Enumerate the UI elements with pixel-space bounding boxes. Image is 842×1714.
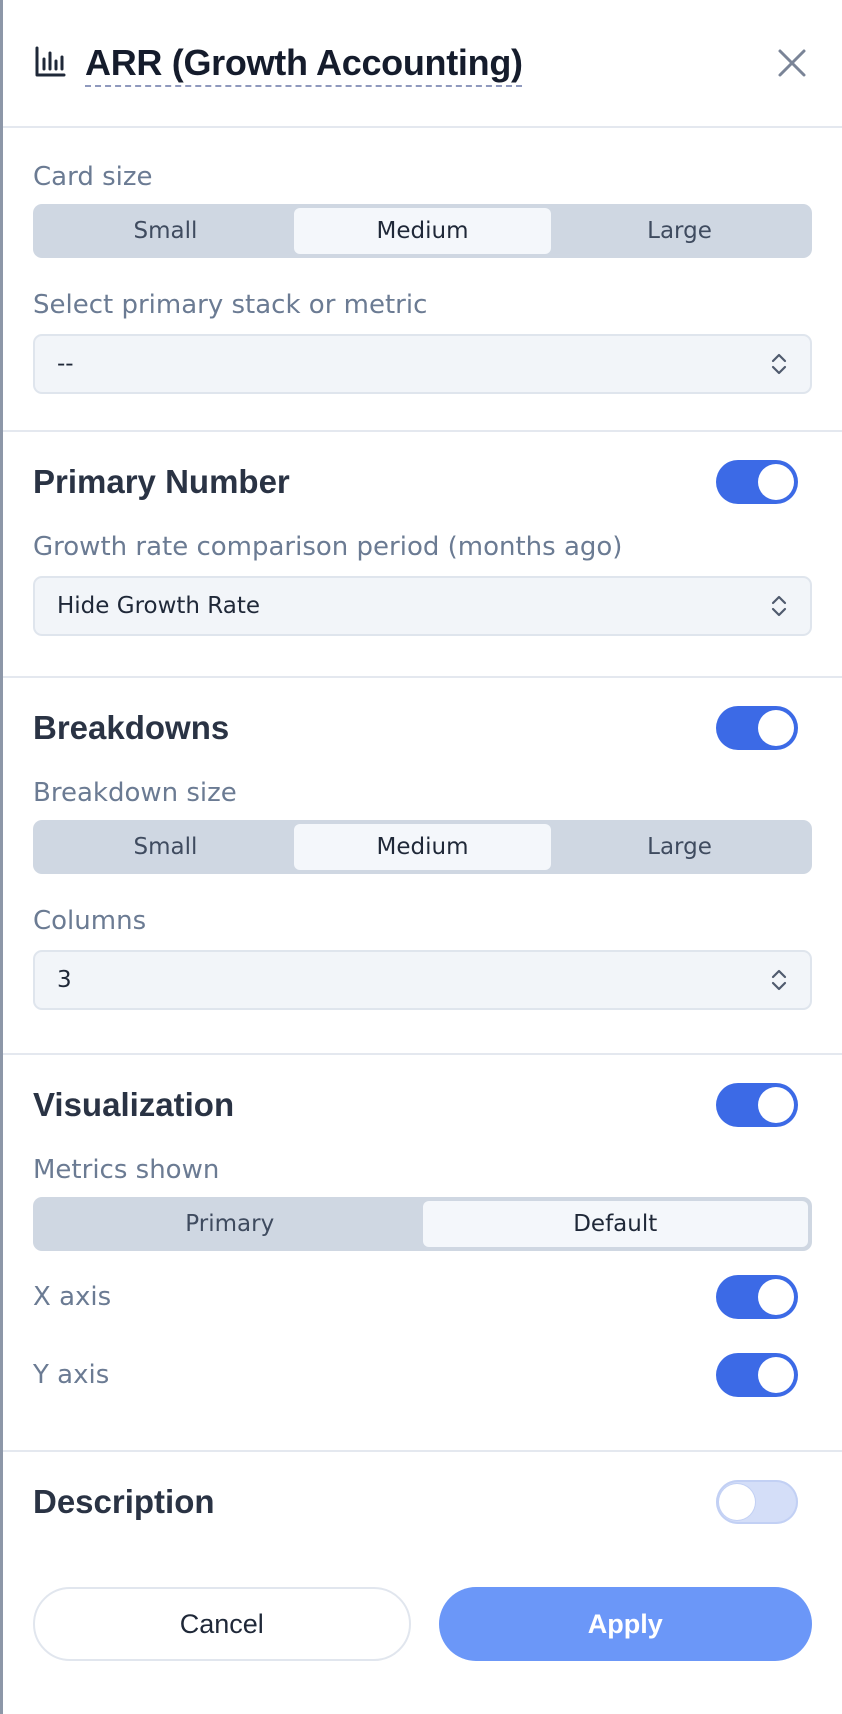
- breakdown-size-medium-option[interactable]: Medium: [294, 824, 551, 870]
- breakdown-size-large-option[interactable]: Large: [551, 824, 808, 870]
- columns-label: Columns: [33, 906, 147, 936]
- metrics-primary-option[interactable]: Primary: [37, 1201, 423, 1247]
- bar-chart-icon: [33, 45, 67, 79]
- visualization-section: Visualization Metrics shown Primary Defa…: [3, 1055, 842, 1452]
- x-axis-toggle[interactable]: [716, 1275, 798, 1319]
- metrics-shown-label: Metrics shown: [33, 1155, 220, 1185]
- card-size-label: Card size: [33, 162, 153, 192]
- description-toggle[interactable]: [716, 1480, 798, 1524]
- apply-button[interactable]: Apply: [438, 1587, 812, 1661]
- breakdowns-section: Breakdowns Breakdown size Small Medium L…: [3, 678, 842, 1055]
- footer-actions: Cancel Apply: [3, 1587, 842, 1661]
- growth-period-value: Hide Growth Rate: [57, 593, 261, 619]
- primary-number-toggle[interactable]: [716, 460, 798, 504]
- y-axis-label: Y axis: [33, 1360, 110, 1390]
- description-section: Description: [3, 1452, 842, 1524]
- primary-stack-label: Select primary stack or metric: [33, 290, 428, 320]
- card-size-small-option[interactable]: Small: [37, 208, 294, 254]
- breakdowns-title: Breakdowns: [33, 709, 230, 746]
- card-size-segmented: Small Medium Large: [33, 204, 812, 258]
- growth-period-label: Growth rate comparison period (months ag…: [33, 532, 623, 562]
- card-size-section: Card size Small Medium Large Select prim…: [3, 128, 842, 432]
- close-icon: [778, 49, 806, 77]
- card-size-large-option[interactable]: Large: [551, 208, 808, 254]
- columns-select[interactable]: 3: [33, 950, 812, 1010]
- columns-value: 3: [57, 967, 72, 993]
- chevron-updown-icon: [771, 353, 787, 375]
- visualization-toggle[interactable]: [716, 1083, 798, 1127]
- y-axis-toggle[interactable]: [716, 1353, 798, 1397]
- page-title[interactable]: ARR (Growth Accounting): [85, 42, 523, 84]
- visualization-title: Visualization: [33, 1086, 235, 1123]
- primary-number-section: Primary Number Growth rate comparison pe…: [3, 432, 842, 678]
- card-size-medium-option[interactable]: Medium: [294, 208, 551, 254]
- primary-number-title: Primary Number: [33, 463, 290, 500]
- growth-period-select[interactable]: Hide Growth Rate: [33, 576, 812, 636]
- metrics-default-option[interactable]: Default: [422, 1201, 808, 1247]
- x-axis-label: X axis: [33, 1282, 112, 1312]
- card-settings-panel: ARR (Growth Accounting) Card size Small …: [0, 0, 842, 1714]
- primary-stack-select[interactable]: --: [33, 334, 812, 394]
- chevron-updown-icon: [771, 595, 787, 617]
- primary-stack-value: --: [57, 351, 74, 377]
- panel-header: ARR (Growth Accounting): [3, 0, 842, 128]
- breakdown-size-small-option[interactable]: Small: [37, 824, 294, 870]
- close-button[interactable]: [772, 43, 812, 83]
- breakdowns-toggle[interactable]: [716, 706, 798, 750]
- breakdown-size-segmented: Small Medium Large: [33, 820, 812, 874]
- metrics-shown-segmented: Primary Default: [33, 1197, 812, 1251]
- cancel-button[interactable]: Cancel: [33, 1587, 411, 1661]
- breakdown-size-label: Breakdown size: [33, 778, 237, 808]
- chevron-updown-icon: [771, 969, 787, 991]
- description-title: Description: [33, 1483, 215, 1520]
